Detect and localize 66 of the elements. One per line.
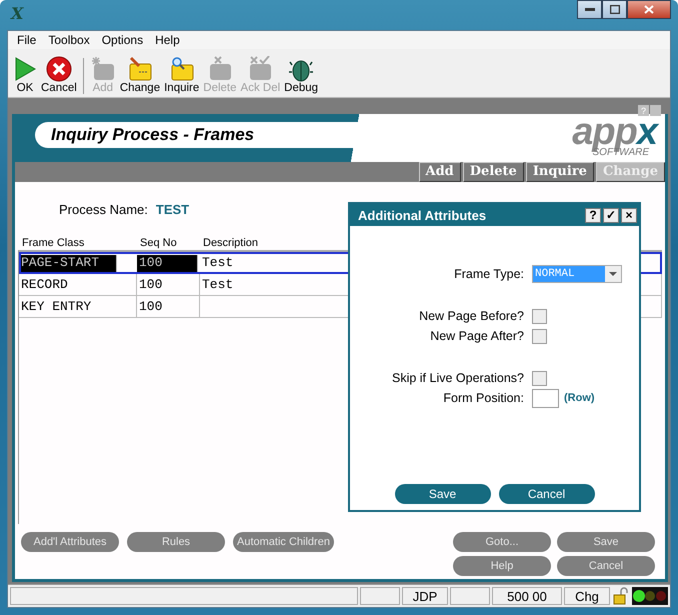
maximize-icon <box>610 5 620 14</box>
field-label: Form Position: <box>442 390 524 407</box>
folder-check-icon <box>247 56 274 82</box>
input-field[interactable] <box>532 388 559 408</box>
minimize-icon <box>584 8 594 12</box>
field-label: Process Name: <box>59 202 148 219</box>
action-button[interactable]: Rules <box>127 532 225 552</box>
status-field: JDP <box>402 587 448 605</box>
table-cell: Test <box>202 277 234 292</box>
table-cell: Test <box>202 255 234 270</box>
close-icon <box>46 56 72 82</box>
mode-tab[interactable]: Inquire <box>526 162 594 182</box>
toolbar-button[interactable]: OK <box>12 56 38 94</box>
table-cell: 100 <box>139 299 162 314</box>
toolbar-button[interactable]: Debug <box>283 56 320 94</box>
folder-magnifier-icon <box>168 56 195 82</box>
toolbar-button[interactable]: Change <box>118 56 162 94</box>
status-field <box>450 587 490 605</box>
folder-pencil-icon <box>126 56 153 82</box>
menu-item[interactable]: Help <box>149 33 186 47</box>
mode-tab[interactable]: Add <box>418 162 461 182</box>
status-field: 500 00 <box>492 587 562 605</box>
app-logo: X <box>11 4 24 23</box>
maximize-button[interactable] <box>602 0 627 19</box>
folder-icon <box>90 56 116 82</box>
status-field: Chg <box>564 587 610 605</box>
field-hint: (Row) <box>564 392 595 404</box>
toolbar-button[interactable]: Cancel <box>40 56 78 94</box>
column-header: Seq No <box>139 237 178 250</box>
title-button[interactable]: ? <box>585 208 601 222</box>
menu-item[interactable]: File <box>11 33 42 47</box>
traffic-light-icon <box>632 587 668 605</box>
checkbox-label: New Page After? <box>429 328 524 345</box>
column-header: Description <box>202 237 260 250</box>
dialog-button[interactable]: Save <box>394 484 490 504</box>
checkbox[interactable] <box>532 328 547 344</box>
action-button[interactable]: Automatic Children <box>233 532 334 552</box>
play-icon <box>13 56 37 82</box>
title-button[interactable]: × <box>621 208 637 222</box>
caret-icon <box>609 272 617 276</box>
column-header: Frame Class <box>21 237 86 250</box>
menu-item[interactable]: Options <box>96 33 150 47</box>
action-button[interactable]: Save <box>557 532 655 552</box>
checkbox[interactable] <box>532 370 547 386</box>
dialog-title: Additional Attributes <box>358 208 486 222</box>
action-button[interactable]: Cancel <box>557 556 655 576</box>
dialog-button[interactable]: Cancel <box>498 484 594 504</box>
checkbox-label: Skip if Live Operations? <box>390 370 524 387</box>
table-cell: PAGE-START <box>21 255 100 270</box>
table-cell: RECORD <box>21 277 68 292</box>
mode-tab[interactable]: Delete <box>462 162 524 182</box>
padlock-icon <box>612 587 630 605</box>
checkbox[interactable] <box>532 308 547 324</box>
action-button[interactable]: Help <box>453 556 551 576</box>
close-icon <box>644 5 654 14</box>
table-cell: 100 <box>139 255 162 270</box>
menu-item[interactable]: Toolbox <box>42 33 96 47</box>
field-value: TEST <box>156 202 190 219</box>
table-cell: 100 <box>139 277 162 292</box>
action-button[interactable]: Goto... <box>453 532 551 552</box>
toolbar-button[interactable]: Inquire <box>163 56 200 94</box>
title-button[interactable]: ✓ <box>603 208 619 222</box>
status-field <box>360 587 400 605</box>
action-button[interactable]: Add'l Attributes <box>21 532 119 552</box>
table-cell: KEY ENTRY <box>21 299 92 314</box>
minimize-button[interactable] <box>577 0 602 19</box>
